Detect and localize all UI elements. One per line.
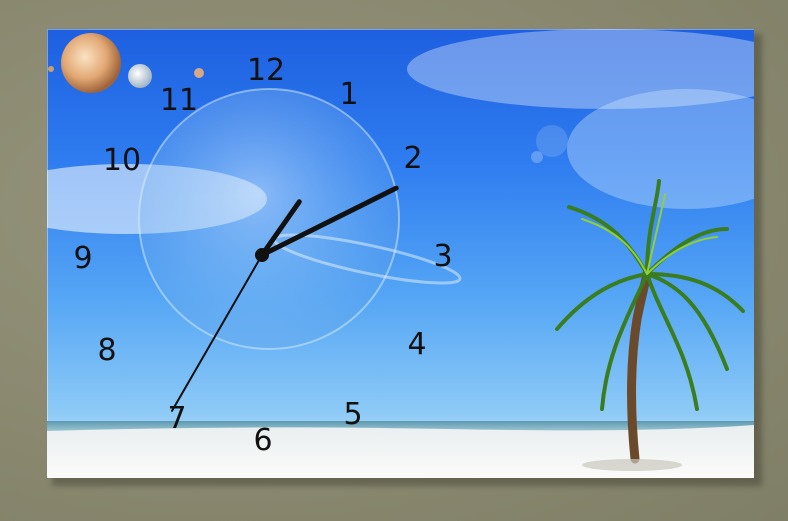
numeral-3: 3 <box>433 239 453 274</box>
tiny-planet <box>48 66 54 72</box>
tiny-planet <box>194 68 204 78</box>
wall-clock-canvas: 12 1 2 3 4 5 6 7 8 9 10 11 <box>47 29 754 478</box>
center-pin <box>255 248 269 262</box>
numeral-11: 11 <box>159 83 199 118</box>
numeral-2: 2 <box>403 141 423 176</box>
numeral-10: 10 <box>102 143 142 178</box>
transparent-planet <box>138 88 400 350</box>
numeral-9: 9 <box>73 241 93 276</box>
numeral-8: 8 <box>97 333 117 368</box>
numeral-5: 5 <box>343 397 363 432</box>
numeral-1: 1 <box>339 77 359 112</box>
jupiter-planet <box>61 33 121 93</box>
numeral-7: 7 <box>167 401 187 436</box>
small-moon <box>128 64 152 88</box>
beach-scene <box>47 29 754 478</box>
lens-flare <box>536 125 568 157</box>
lens-flare <box>531 151 543 163</box>
numeral-4: 4 <box>407 327 427 362</box>
numeral-6: 6 <box>253 423 273 458</box>
numeral-12: 12 <box>246 53 286 88</box>
